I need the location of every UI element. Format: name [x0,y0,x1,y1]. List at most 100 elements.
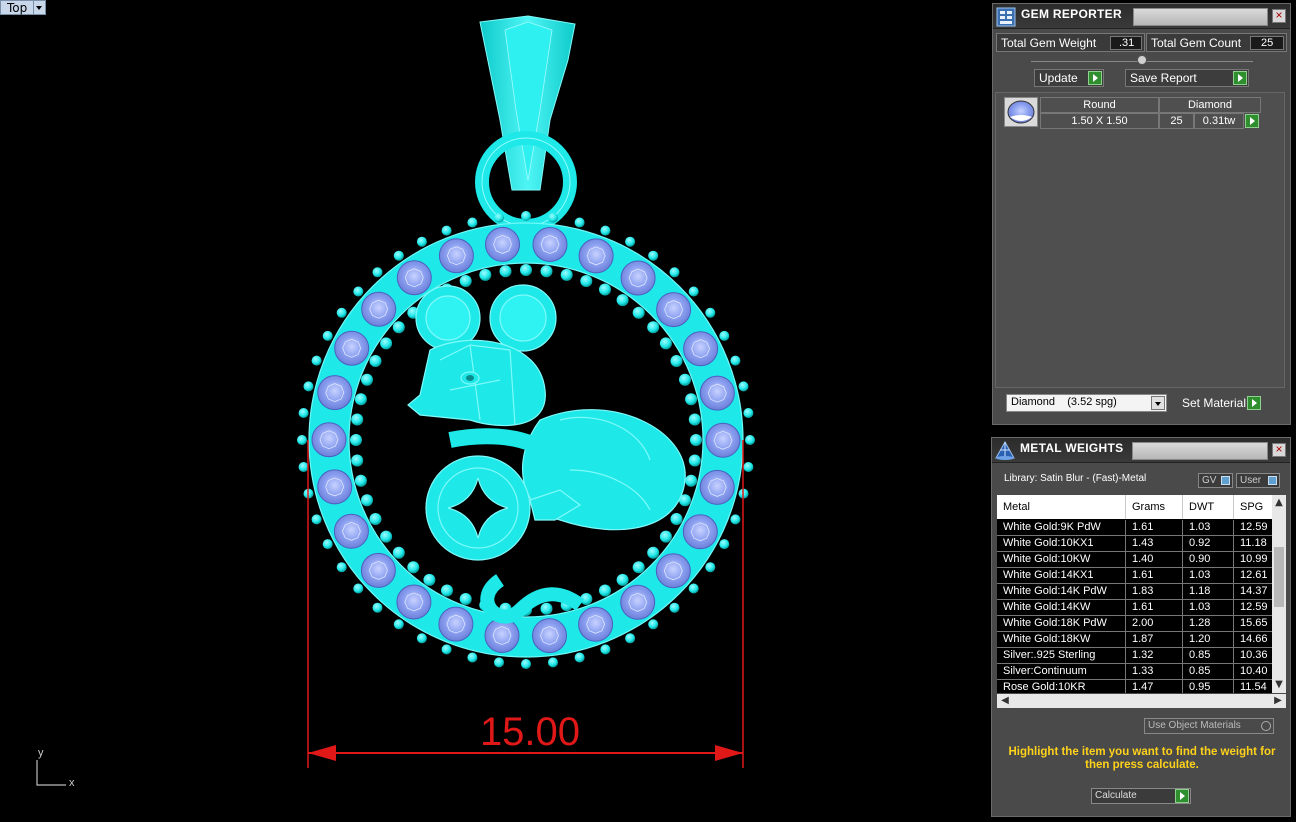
table-row[interactable]: White Gold:18KW 1.87 1.20 14.66 [997,632,1272,648]
use-object-materials-toggle[interactable]: Use Object Materials [1144,718,1274,734]
prong-bead [685,474,698,487]
titlebar-drag-area[interactable] [1133,8,1268,26]
chevron-down-icon[interactable] [1151,396,1165,410]
prong-bead [520,264,532,276]
prong-bead [669,602,680,613]
gem-report-icon [996,7,1016,27]
dwt-cell: 1.03 [1183,520,1234,536]
close-icon[interactable]: × [1272,443,1286,457]
gv-toggle[interactable]: GV [1198,473,1233,488]
prong-bead [494,657,504,668]
prong-bead [416,633,427,644]
grams-cell: 1.61 [1126,520,1183,536]
table-row[interactable]: White Gold:10KW 1.40 0.90 10.99 [997,552,1272,568]
close-icon[interactable]: × [1272,9,1286,23]
table-row[interactable]: White Gold:14KW 1.61 1.03 12.59 [997,600,1272,616]
table-row[interactable]: White Gold:18K PdW 2.00 1.28 15.65 [997,616,1272,632]
table-row[interactable]: White Gold:14K PdW 1.83 1.18 14.37 [997,584,1272,600]
prong-bead [599,584,611,597]
prong-bead [361,494,373,507]
prong-bead [669,267,680,278]
grams-cell: 1.33 [1126,664,1183,680]
gem-stone [682,514,718,550]
top-viewport[interactable]: Top 15.00 y x [0,0,990,822]
instruction-text: Highlight the item you want to find the … [1008,746,1276,771]
gem-stone [484,618,520,653]
prong-bead [459,275,472,287]
prong-bead [685,393,698,406]
dwt-cell: 0.95 [1183,680,1234,693]
prong-bead [705,562,716,573]
save-report-button[interactable]: Save Report [1125,69,1249,87]
gem-reporter-titlebar[interactable]: GEM REPORTER × [993,4,1290,29]
prong-bead [392,321,405,334]
gem-stone [333,513,369,549]
axis-widget [36,760,66,786]
prong-bead [688,583,699,594]
total-gem-weight-label: Total Gem Weight [1001,36,1097,50]
viewport-name-tab[interactable]: Top [0,0,47,15]
prong-bead [600,225,611,236]
prong-bead [322,330,333,341]
pendant-model [36,15,755,786]
play-icon [1175,789,1189,803]
titlebar-drag-area[interactable] [1132,442,1268,460]
metal-weights-titlebar[interactable]: METAL WEIGHTS × [992,438,1290,463]
chevron-down-icon[interactable] [34,0,47,15]
gem-detail-play-icon[interactable] [1245,114,1259,128]
metal-weights-icon [995,441,1015,460]
prong-bead [393,250,404,261]
gem-stone [655,553,691,589]
prong-bead [730,355,741,366]
vertical-scrollbar[interactable]: ▲ ▼ [1272,495,1286,693]
spg-cell: 12.61 [1234,568,1272,584]
col-header-spg[interactable]: SPG [1234,495,1272,519]
user-label: User [1240,475,1262,486]
prong-bead [369,355,382,367]
user-toggle[interactable]: User [1236,473,1280,488]
chevron-up-icon[interactable]: ▲ [1272,497,1286,509]
gem-stone [311,422,347,458]
table-row[interactable]: White Gold:10KX1 1.43 0.92 11.18 [997,536,1272,552]
gem-stone [699,469,735,505]
horizontal-scrollbar[interactable]: ◀ ▶ [997,694,1286,708]
update-button[interactable]: Update [1034,69,1104,87]
col-header-dwt[interactable]: DWT [1183,495,1234,519]
prong-bead [648,250,659,261]
table-row[interactable]: White Gold:9K PdW 1.61 1.03 12.59 [997,520,1272,536]
update-button-label: Update [1039,71,1078,85]
gem-stone [334,330,370,366]
viewport-name[interactable]: Top [0,0,35,15]
col-header-metal[interactable]: Metal [997,495,1126,519]
splitter-handle[interactable] [1137,55,1147,65]
prong-bead [372,267,383,278]
prong-bead [659,337,672,350]
table-row[interactable]: White Gold:14KX1 1.61 1.03 12.61 [997,568,1272,584]
scroll-thumb[interactable] [1274,547,1284,607]
axis-x-label: x [69,777,75,789]
library-label: Library: Satin Blur - (Fast)-Metal [1004,473,1147,484]
prong-bead [393,619,404,630]
table-row[interactable]: Silver:Continuum 1.33 0.85 10.40 [997,664,1272,680]
set-material-button[interactable]: Set Material [1178,395,1262,413]
radio-icon [1261,721,1271,731]
dwt-cell: 0.90 [1183,552,1234,568]
prong-bead [647,321,660,334]
gem-stone [705,422,741,458]
prong-bead [441,225,452,236]
table-row[interactable]: Silver:.925 Sterling 1.32 0.85 10.36 [997,648,1272,664]
col-header-grams[interactable]: Grams [1126,495,1183,519]
material-select[interactable]: Diamond (3.52 spg) [1006,394,1167,412]
gem-stone [620,584,656,620]
chevron-down-icon[interactable]: ▼ [1272,679,1286,691]
chevron-left-icon[interactable]: ◀ [998,695,1012,707]
prong-bead [479,268,492,281]
calculate-button[interactable]: Calculate [1091,788,1191,804]
grams-cell: 1.32 [1126,648,1183,664]
table-row[interactable]: Rose Gold:10KR 1.47 0.95 11.54 [997,680,1272,693]
chevron-right-icon[interactable]: ▶ [1271,695,1285,707]
calculate-button-label: Calculate [1095,790,1137,801]
gem-shape-cell: Round [1040,97,1159,113]
prong-bead [351,413,364,426]
prong-bead [574,652,585,663]
